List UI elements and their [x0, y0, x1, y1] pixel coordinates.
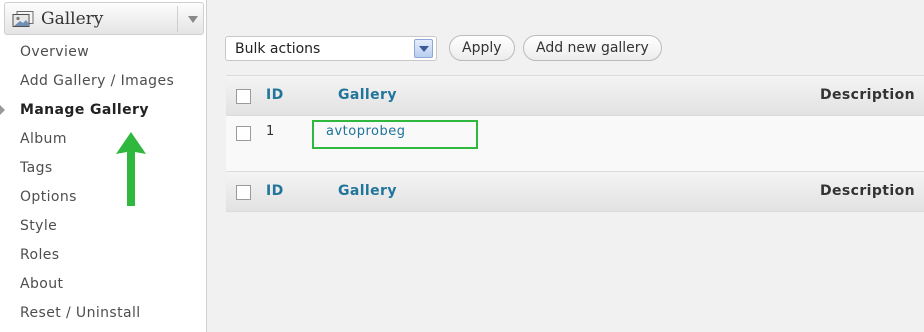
bulk-actions-select[interactable]: Bulk actions [225, 36, 437, 61]
column-header-description: Description [820, 87, 915, 103]
add-new-gallery-button[interactable]: Add new gallery [523, 35, 662, 61]
column-header-gallery[interactable]: Gallery [338, 87, 397, 103]
sidebar-item-overview[interactable]: Overview [0, 38, 206, 67]
annotation-arrow-icon [116, 132, 146, 206]
gallery-menu-header[interactable]: Gallery [4, 2, 204, 35]
sidebar-item-reset-uninstall[interactable]: Reset / Uninstall [0, 299, 206, 328]
sidebar-item-about[interactable]: About [0, 270, 206, 299]
select-all-checkbox-footer[interactable] [236, 185, 251, 200]
chevron-down-icon[interactable] [188, 16, 198, 23]
row-checkbox[interactable] [236, 126, 251, 141]
column-footer-id[interactable]: ID [266, 183, 284, 199]
apply-button[interactable]: Apply [449, 35, 515, 61]
sidebar-item-tags[interactable]: Tags [0, 154, 206, 183]
gallery-submenu: Overview Add Gallery / Images Manage Gal… [0, 38, 206, 328]
sidebar-item-add-gallery-images[interactable]: Add Gallery / Images [0, 67, 206, 96]
sidebar-item-roles[interactable]: Roles [0, 241, 206, 270]
gallery-icon [12, 11, 34, 27]
sidebar-item-album[interactable]: Album [0, 125, 206, 154]
row-id: 1 [266, 124, 275, 139]
sidebar-menu: Gallery Overview Add Gallery / Images Ma… [0, 0, 207, 332]
gallery-menu-title: Gallery [41, 9, 104, 29]
sidebar-item-options[interactable]: Options [0, 183, 206, 212]
column-footer-description: Description [820, 183, 915, 199]
table-footer: ID Gallery Description [226, 171, 924, 212]
galleries-table: ID Gallery Description 1 avtoprobeg ID G… [226, 75, 924, 212]
header-divider [177, 6, 178, 32]
table-header: ID Gallery Description [226, 75, 924, 116]
select-all-checkbox[interactable] [236, 89, 251, 104]
table-body: 1 avtoprobeg [226, 116, 924, 171]
gallery-name-link[interactable]: avtoprobeg [326, 124, 405, 139]
column-footer-gallery[interactable]: Gallery [338, 183, 397, 199]
sidebar-item-manage-gallery[interactable]: Manage Gallery [0, 96, 206, 125]
bulk-actions-value: Bulk actions [235, 41, 321, 57]
dropdown-arrow-icon[interactable] [414, 39, 433, 58]
sidebar-item-style[interactable]: Style [0, 212, 206, 241]
column-header-id[interactable]: ID [266, 87, 284, 103]
